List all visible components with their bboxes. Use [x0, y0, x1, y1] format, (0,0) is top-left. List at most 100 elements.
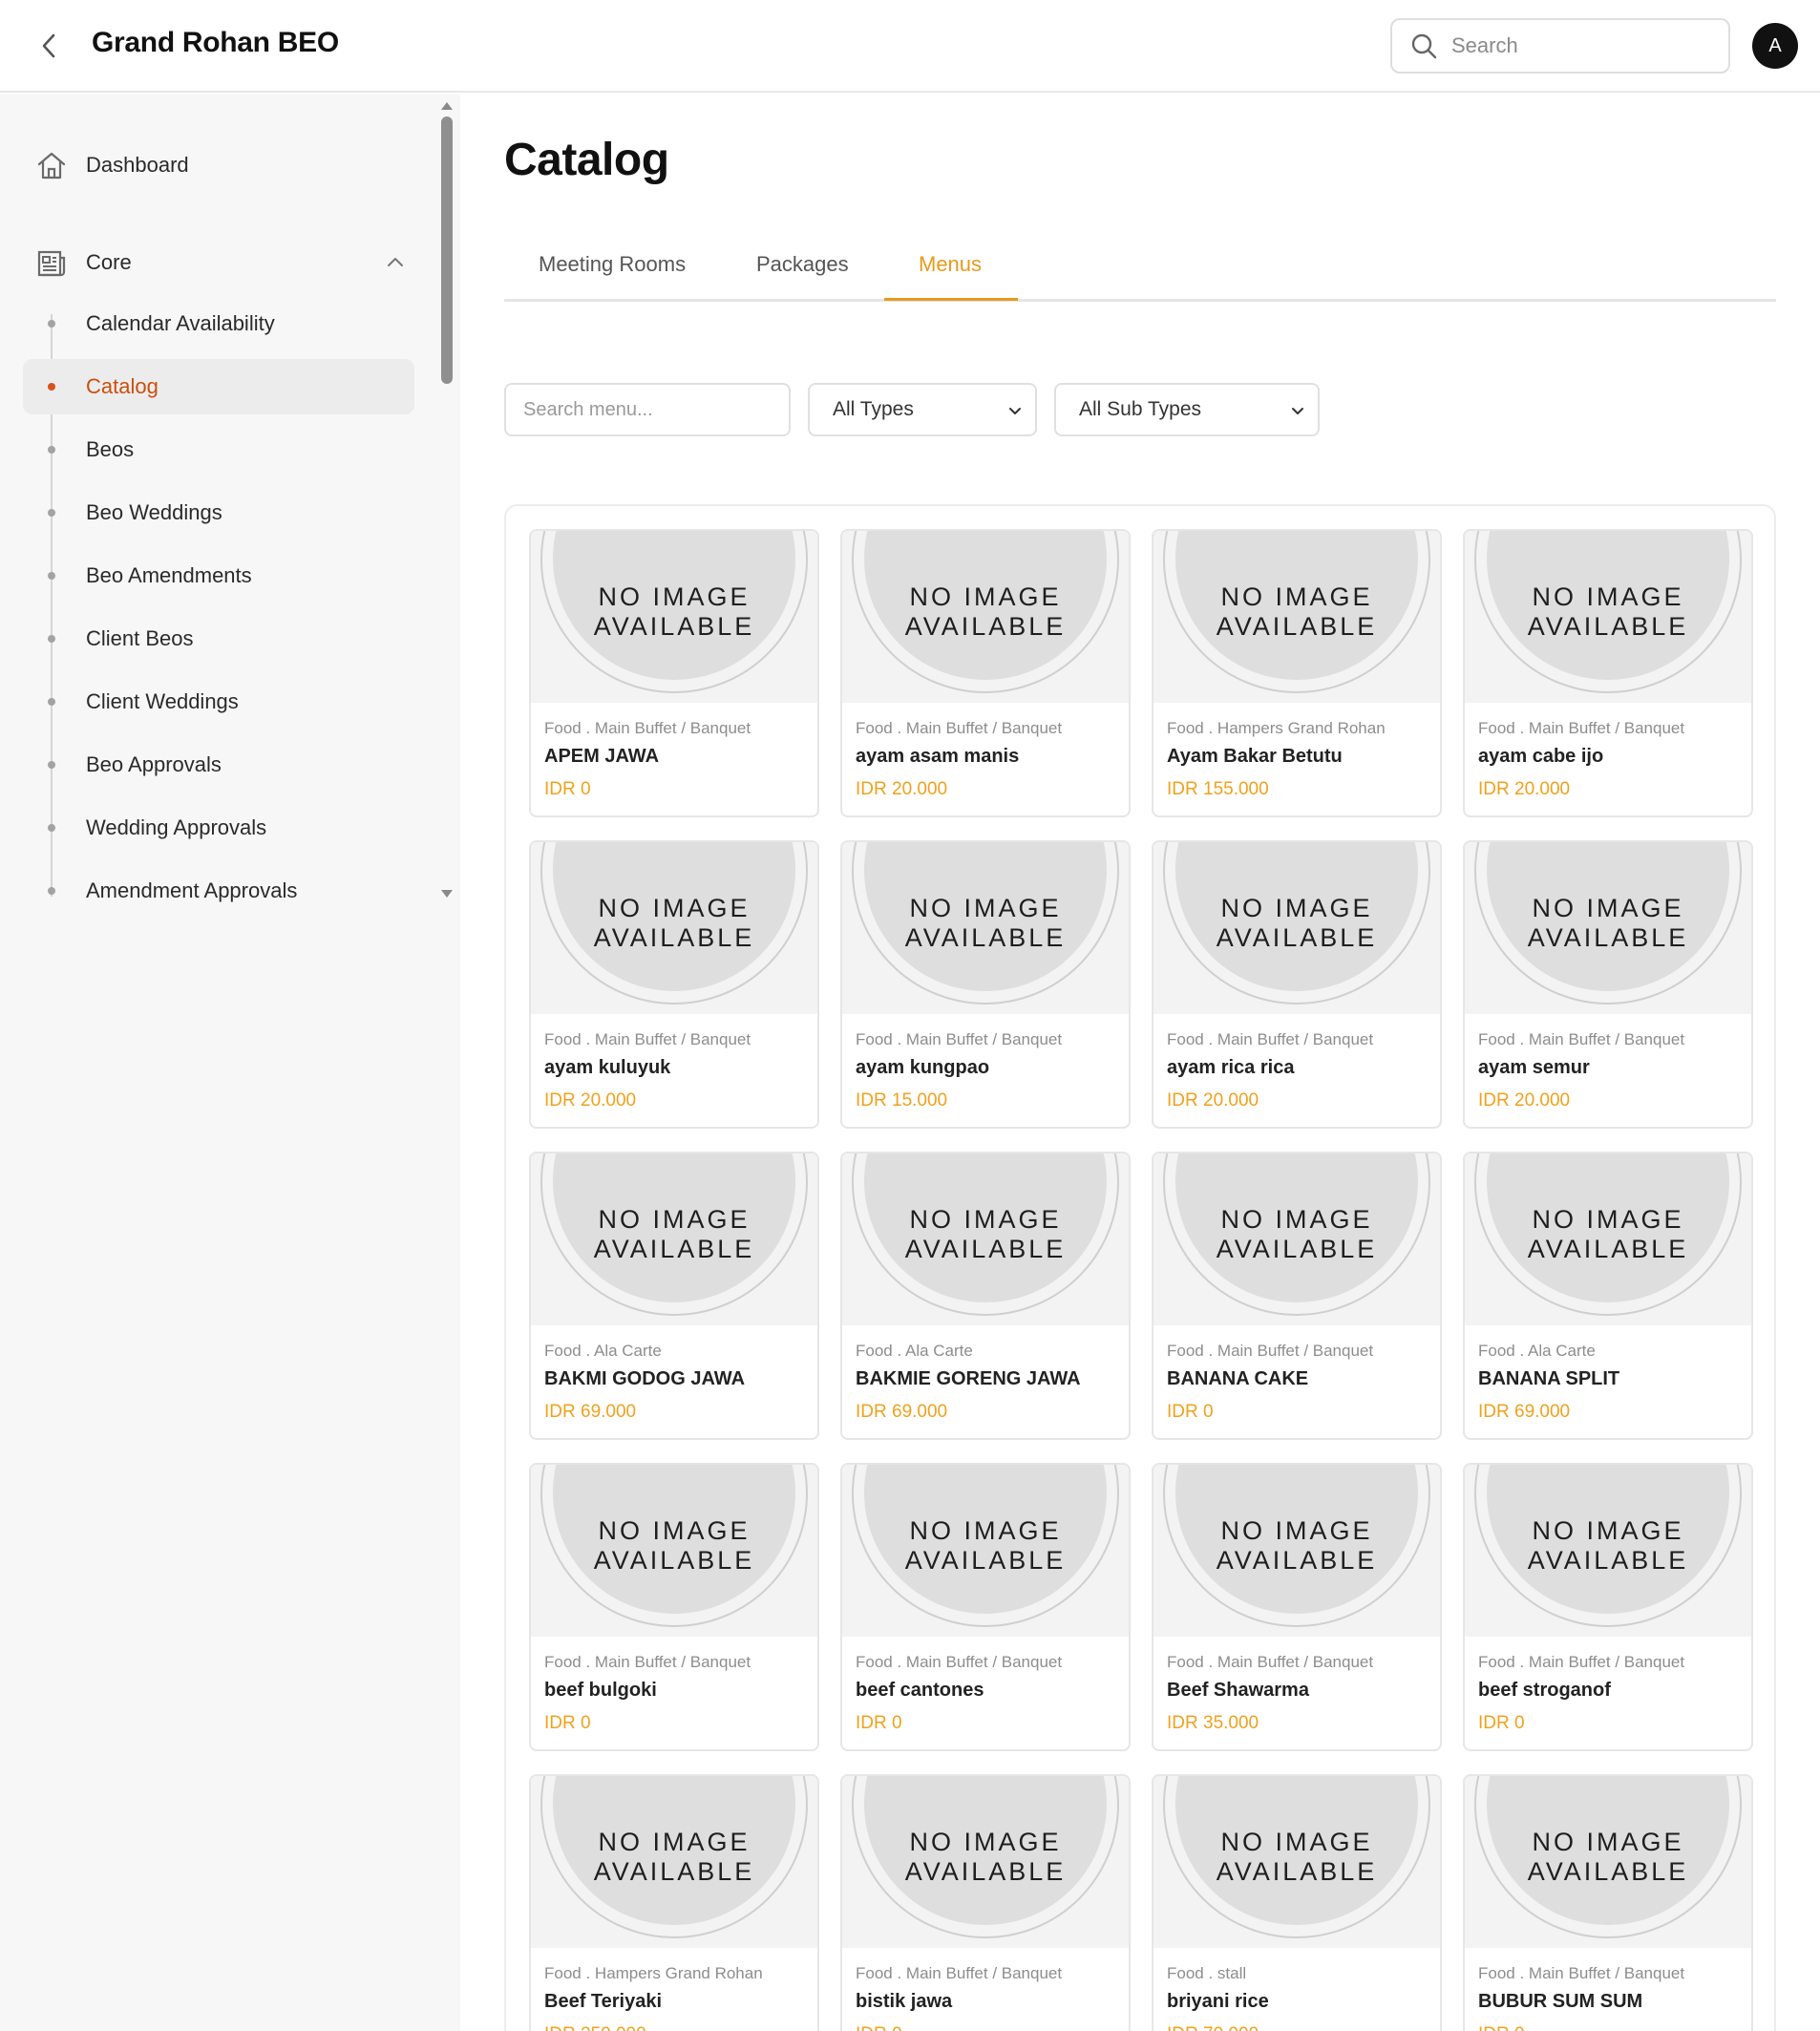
- no-image-line-2: AVAILABLE: [904, 1857, 1067, 1886]
- sidebar-item-beos[interactable]: Beos: [23, 422, 414, 477]
- no-image-line-2: AVAILABLE: [593, 1546, 755, 1575]
- global-search[interactable]: [1390, 18, 1730, 74]
- menu-card[interactable]: NO IMAGE AVAILABLE Food . Main Buffet / Ba…: [529, 529, 819, 817]
- sidebar-item-beo-approvals[interactable]: Beo Approvals: [23, 737, 414, 793]
- menu-card[interactable]: NO IMAGE AVAILABLE Food . Main Buffet / Ba…: [1152, 1463, 1442, 1751]
- menu-name: ayam rica rica: [1167, 1057, 1295, 1078]
- bullet-dot: [48, 761, 55, 769]
- search-input[interactable]: [1451, 33, 1700, 58]
- menu-image-placeholder: NO IMAGE AVAILABLE: [531, 1776, 817, 1948]
- menu-card[interactable]: NO IMAGE AVAILABLE Food . Main Buffet / Ba…: [1463, 529, 1753, 817]
- back-button[interactable]: [32, 29, 67, 63]
- type-select[interactable]: All Types: [808, 383, 1037, 436]
- menu-name: BANANA CAKE: [1167, 1368, 1309, 1389]
- no-image-text: NO IMAGE AVAILABLE: [531, 1828, 817, 1887]
- tab-packages[interactable]: Packages: [756, 252, 849, 277]
- tab-meeting-rooms[interactable]: Meeting Rooms: [539, 252, 686, 277]
- menu-card[interactable]: NO IMAGE AVAILABLE Food . Main Buffet / Ba…: [1463, 1774, 1753, 2031]
- menu-card[interactable]: NO IMAGE AVAILABLE Food . Main Buffet / Ba…: [529, 1463, 819, 1751]
- no-image-line-1: NO IMAGE: [909, 1516, 1062, 1545]
- menu-card[interactable]: NO IMAGE AVAILABLE Food . Main Buffet / Ba…: [1152, 840, 1442, 1129]
- menu-card[interactable]: NO IMAGE AVAILABLE Food . Ala Carte BAKMI G…: [529, 1152, 819, 1440]
- menu-card[interactable]: NO IMAGE AVAILABLE Food . stall briyani ric…: [1152, 1774, 1442, 2031]
- no-image-text: NO IMAGE AVAILABLE: [531, 1516, 817, 1576]
- menu-name: beef bulgoki: [544, 1680, 657, 1701]
- app-title: Grand Rohan BEO: [92, 27, 339, 58]
- tab-menus[interactable]: Menus: [919, 252, 982, 277]
- no-image-line-1: NO IMAGE: [1532, 582, 1684, 611]
- no-image-line-2: AVAILABLE: [593, 1235, 755, 1263]
- menu-image-placeholder: NO IMAGE AVAILABLE: [531, 1153, 817, 1325]
- bullet-dot: [48, 698, 55, 706]
- menu-price: IDR 35.000: [1167, 1713, 1259, 1733]
- sidebar-item-label: Amendment Approvals: [86, 878, 298, 902]
- scroll-up-arrow-icon[interactable]: [441, 102, 453, 110]
- no-image-line-1: NO IMAGE: [1532, 1828, 1684, 1856]
- scrollbar-thumb[interactable]: [441, 116, 453, 384]
- menu-card[interactable]: NO IMAGE AVAILABLE Food . Main Buffet / Ba…: [840, 529, 1131, 817]
- menu-category: Food . Ala Carte: [1478, 1342, 1596, 1360]
- menu-image-placeholder: NO IMAGE AVAILABLE: [531, 531, 817, 703]
- sidebar-item-client-weddings[interactable]: Client Weddings: [23, 674, 414, 730]
- menu-card[interactable]: NO IMAGE AVAILABLE Food . Main Buffet / Ba…: [840, 1463, 1131, 1751]
- menu-category: Food . Main Buffet / Banquet: [1478, 1030, 1685, 1048]
- menu-card[interactable]: NO IMAGE AVAILABLE Food . Main Buffet / Ba…: [1463, 840, 1753, 1129]
- avatar[interactable]: A: [1752, 23, 1798, 69]
- sidebar-item-beo-weddings[interactable]: Beo Weddings: [23, 485, 414, 540]
- sidebar-item-beo-amendments[interactable]: Beo Amendments: [23, 548, 414, 603]
- menu-price: IDR 250.000: [544, 2024, 646, 2031]
- menu-image-placeholder: NO IMAGE AVAILABLE: [842, 1465, 1129, 1637]
- menu-category: Food . Main Buffet / Banquet: [544, 1030, 751, 1048]
- menu-category: Food . Main Buffet / Banquet: [856, 719, 1063, 737]
- sidebar-item-catalog[interactable]: Catalog: [23, 359, 414, 414]
- menu-card[interactable]: NO IMAGE AVAILABLE Food . Main Buffet / Ba…: [1152, 1152, 1442, 1440]
- no-image-line-2: AVAILABLE: [1527, 612, 1689, 641]
- menu-category: Food . Main Buffet / Banquet: [1167, 1030, 1374, 1048]
- menu-name: Ayam Bakar Betutu: [1167, 746, 1343, 767]
- sidebar-item-label: Dashboard: [86, 153, 189, 177]
- menu-card[interactable]: NO IMAGE AVAILABLE Food . Ala Carte BAKMIE …: [840, 1152, 1131, 1440]
- menu-image-placeholder: NO IMAGE AVAILABLE: [1465, 1465, 1751, 1637]
- sidebar-item-amendment-approvals[interactable]: Amendment Approvals: [23, 863, 414, 919]
- no-image-line-1: NO IMAGE: [1532, 894, 1684, 922]
- menu-card[interactable]: NO IMAGE AVAILABLE Food . Main Buffet / Ba…: [840, 840, 1131, 1129]
- menu-price: IDR 70.000: [1167, 2024, 1259, 2031]
- no-image-line-2: AVAILABLE: [1216, 1857, 1378, 1886]
- menu-price: IDR 155.000: [1167, 779, 1269, 799]
- bullet-dot: [48, 320, 55, 328]
- scroll-down-arrow-icon[interactable]: [441, 890, 453, 898]
- no-image-line-2: AVAILABLE: [1527, 923, 1689, 952]
- menu-name: Beef Shawarma: [1167, 1680, 1309, 1701]
- no-image-line-2: AVAILABLE: [904, 612, 1067, 641]
- menu-name: briyani rice: [1167, 1991, 1269, 2012]
- menu-search-input[interactable]: [504, 383, 791, 436]
- newspaper-icon: [37, 250, 66, 277]
- menu-price: IDR 0: [1167, 1402, 1214, 1422]
- menu-card[interactable]: NO IMAGE AVAILABLE Food . Main Buffet / Ba…: [529, 840, 819, 1129]
- sidebar-item-client-beos[interactable]: Client Beos: [23, 611, 414, 666]
- menu-card[interactable]: NO IMAGE AVAILABLE Food . Main Buffet / Ba…: [840, 1774, 1131, 2031]
- menu-card[interactable]: NO IMAGE AVAILABLE Food . Hampers Grand Ro…: [1152, 529, 1442, 817]
- sidebar-item-label: Beo Approvals: [86, 752, 222, 776]
- menu-card[interactable]: NO IMAGE AVAILABLE Food . Main Buffet / Ba…: [1463, 1463, 1753, 1751]
- menu-category: Food . Main Buffet / Banquet: [1478, 1964, 1685, 1982]
- no-image-line-2: AVAILABLE: [1527, 1546, 1689, 1575]
- bullet-dot: [48, 572, 55, 580]
- menu-name: APEM JAWA: [544, 746, 660, 767]
- sub-type-select[interactable]: All Sub Types: [1054, 383, 1320, 436]
- sub-type-select-value: All Sub Types: [1079, 398, 1202, 420]
- sidebar-item-calendar-availability[interactable]: Calendar Availability: [23, 296, 414, 351]
- menu-image-placeholder: NO IMAGE AVAILABLE: [1465, 1153, 1751, 1325]
- no-image-line-1: NO IMAGE: [909, 894, 1062, 922]
- menu-card[interactable]: NO IMAGE AVAILABLE Food . Ala Carte BANANA …: [1463, 1152, 1753, 1440]
- menu-card[interactable]: NO IMAGE AVAILABLE Food . Hampers Grand Ro…: [529, 1774, 819, 2031]
- sidebar-item-wedding-approvals[interactable]: Wedding Approvals: [23, 800, 414, 856]
- sidebar-group-core[interactable]: Core: [23, 238, 414, 287]
- sidebar-item-label: Beos: [86, 437, 135, 461]
- no-image-text: NO IMAGE AVAILABLE: [1465, 582, 1751, 642]
- menu-price: IDR 20.000: [1167, 1090, 1259, 1111]
- sidebar-item-dashboard[interactable]: Dashboard: [23, 140, 414, 190]
- menu-image-placeholder: NO IMAGE AVAILABLE: [842, 842, 1129, 1014]
- sidebar-item-label: Beo Amendments: [86, 563, 252, 587]
- no-image-text: NO IMAGE AVAILABLE: [842, 1828, 1129, 1887]
